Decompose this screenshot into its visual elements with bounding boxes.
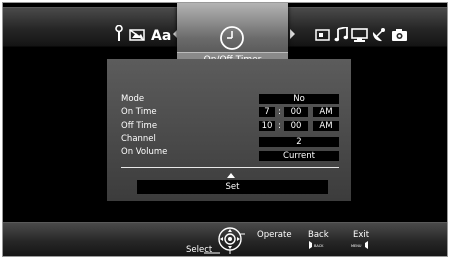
mode-label: Mode bbox=[121, 94, 145, 104]
clock-icon bbox=[220, 26, 244, 50]
tv-menu-frame: Aa Mode No On Time 7: 00 AM Off Time 10… bbox=[2, 2, 448, 257]
aa-caption-icon[interactable]: Aa bbox=[151, 29, 171, 43]
wrench-icon[interactable] bbox=[115, 25, 123, 41]
on-volume-label: On Volume bbox=[121, 147, 168, 157]
off-time-separator: : bbox=[278, 121, 281, 131]
panel-divider bbox=[121, 167, 339, 168]
exit-button-icon bbox=[365, 241, 368, 249]
select-label: Select bbox=[186, 245, 213, 255]
operate-label: Operate bbox=[257, 230, 292, 240]
on-time-label: On Time bbox=[121, 107, 157, 117]
music-note-icon[interactable] bbox=[334, 27, 348, 42]
set-button[interactable]: Set bbox=[137, 180, 328, 194]
exit-key-label: MENU bbox=[351, 244, 362, 248]
up-arrow-icon bbox=[227, 173, 235, 178]
channel-field[interactable]: 2 bbox=[259, 137, 339, 147]
on-time-ampm-field[interactable]: AM bbox=[313, 107, 339, 117]
back-label: Back bbox=[308, 230, 329, 240]
off-time-label: Off Time bbox=[121, 121, 158, 131]
back-button-icon bbox=[309, 241, 312, 249]
tv-screen: Aa Mode No On Time 7: 00 AM Off Time 10… bbox=[0, 0, 452, 260]
menu-right-arrow-icon[interactable] bbox=[290, 29, 295, 39]
guide-bar: Operate Select Back BACK Exit MENU bbox=[3, 222, 447, 256]
satellite-dish-icon[interactable] bbox=[371, 27, 387, 43]
on-volume-field[interactable]: Current bbox=[259, 151, 339, 161]
picture-off-icon[interactable] bbox=[129, 29, 145, 41]
operate-dpad-icon bbox=[218, 227, 245, 254]
on-time-minute-field[interactable]: 00 bbox=[284, 107, 308, 117]
screen-icon[interactable] bbox=[315, 29, 330, 41]
mode-field[interactable]: No bbox=[259, 94, 339, 104]
monitor-icon[interactable] bbox=[351, 28, 368, 42]
off-time-minute-field[interactable]: 00 bbox=[284, 121, 308, 131]
on-time-hour-field[interactable]: 7 bbox=[259, 107, 275, 117]
on-time-separator: : bbox=[278, 107, 281, 117]
off-time-ampm-field[interactable]: AM bbox=[313, 121, 339, 131]
camera-icon[interactable] bbox=[391, 28, 408, 41]
back-key-label: BACK bbox=[314, 244, 324, 248]
timer-settings-panel: Mode No On Time 7 : 00 AM Off Time 10 : … bbox=[107, 59, 351, 201]
channel-label: Channel bbox=[121, 134, 156, 144]
exit-label: Exit bbox=[353, 230, 370, 240]
off-time-hour-field[interactable]: 10 bbox=[259, 121, 275, 131]
